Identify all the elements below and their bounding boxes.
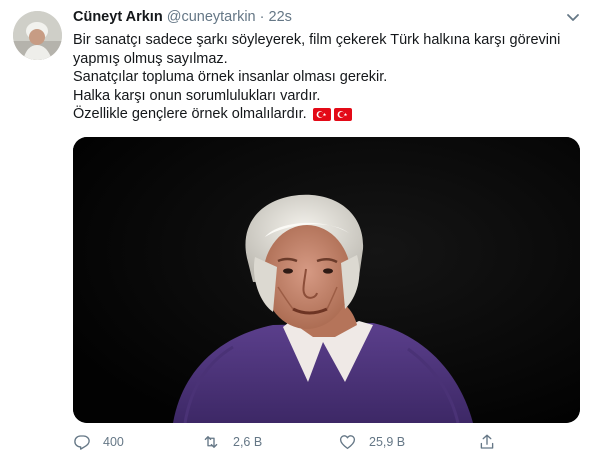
tweet-text-line: Bir sanatçı sadece şarkı söyleyerek, fil… xyxy=(73,32,561,48)
tweet-text: Bir sanatçı sadece şarkı söyleyerek, fil… xyxy=(73,31,578,124)
author-handle[interactable]: @cuneytarkin xyxy=(167,9,256,25)
meta-separator: · xyxy=(259,9,265,25)
like-button[interactable]: 25,9 B xyxy=(338,431,405,453)
chevron-down-icon[interactable] xyxy=(565,12,581,24)
photo-portrait xyxy=(73,137,580,423)
tweet-text-line: Özellikle gençlere örnek olmalılardır. xyxy=(73,105,578,124)
author-name[interactable]: Cüneyt Arkın xyxy=(73,9,163,25)
tweet-actions: 400 2,6 B 25,9 B xyxy=(73,431,523,453)
like-icon xyxy=(339,435,356,450)
retweet-icon xyxy=(204,436,218,448)
retweet-button[interactable]: 2,6 B xyxy=(201,431,262,453)
reply-icon xyxy=(74,435,90,450)
retweet-count: 2,6 B xyxy=(233,435,263,449)
share-button[interactable] xyxy=(478,431,508,453)
turkey-flag-icon xyxy=(333,108,352,121)
tweet-text-line: yapmış olmuş sayılmaz. xyxy=(73,50,228,67)
tweet-time[interactable]: 22s xyxy=(269,9,292,25)
tweet-text-line: Sanatçılar topluma örnek insanlar olması… xyxy=(73,69,388,85)
reply-count: 400 xyxy=(103,435,124,449)
tweet-text-last: Özellikle gençlere örnek olmalılardır. xyxy=(73,106,307,122)
tweet-text-line: Halka karşı onun sorumlulukları vardır. xyxy=(73,87,321,104)
avatar[interactable] xyxy=(13,11,62,60)
turkey-flag-icon xyxy=(312,108,331,121)
tweet-photo[interactable] xyxy=(73,137,580,423)
like-count: 25,9 B xyxy=(369,435,406,449)
reply-button[interactable]: 400 xyxy=(73,431,124,453)
share-icon xyxy=(480,434,494,449)
tweet-header: Cüneyt Arkın @cuneytarkin · 22s xyxy=(73,9,292,25)
